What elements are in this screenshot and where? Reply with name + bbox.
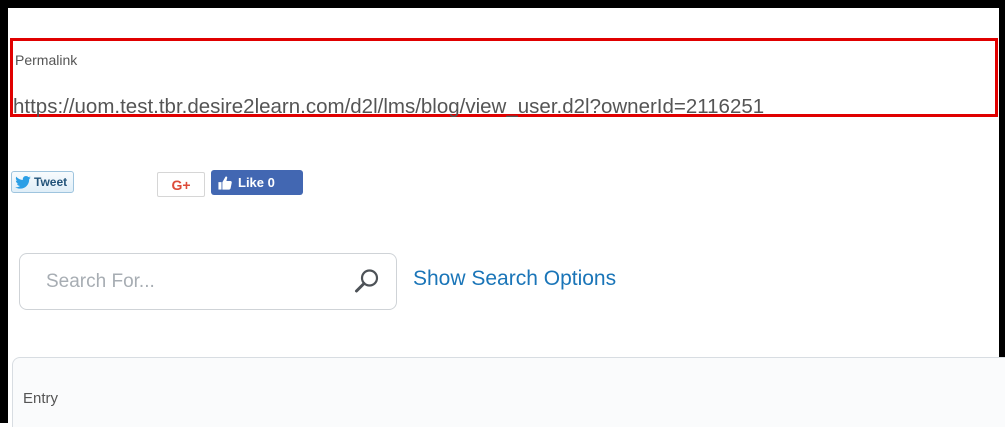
google-plus-button[interactable]: G+: [157, 172, 205, 197]
search-input[interactable]: [46, 269, 326, 295]
show-search-options-link[interactable]: Show Search Options: [413, 267, 616, 291]
permalink-section: Permalink https://uom.test.tbr.desire2le…: [10, 38, 998, 119]
like-label: Like 0: [238, 175, 275, 190]
permalink-url[interactable]: https://uom.test.tbr.desire2learn.com/d2…: [13, 95, 764, 119]
facebook-like-button[interactable]: Like 0: [211, 170, 303, 195]
tweet-label: Tweet: [34, 175, 68, 189]
thumbs-up-icon: [218, 176, 232, 190]
search-icon[interactable]: [353, 267, 381, 295]
google-plus-label: G+: [171, 176, 191, 193]
twitter-bird-icon: [15, 175, 31, 189]
entry-panel: Entry: [12, 357, 1005, 427]
tweet-button[interactable]: Tweet: [11, 171, 75, 193]
entry-label: Entry: [23, 390, 59, 407]
search-box: [19, 253, 397, 310]
permalink-label: Permalink: [15, 52, 78, 68]
